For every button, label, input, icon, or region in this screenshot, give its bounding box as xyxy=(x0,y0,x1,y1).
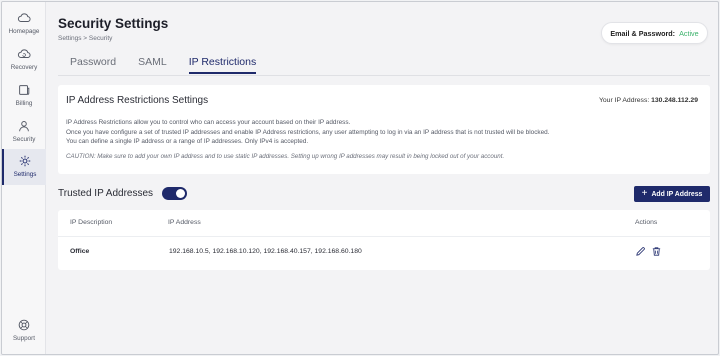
sidebar-item-label: Support xyxy=(12,335,36,342)
billing-icon xyxy=(19,85,30,95)
description-line: Once you have configure a set of trusted… xyxy=(66,128,550,136)
tab-bar: Password SAML IP Restrictions xyxy=(58,54,278,74)
sidebar-item-label: Recovery xyxy=(10,64,38,71)
description: IP Address Restrictions allow you to con… xyxy=(66,118,549,147)
status-badge: Email & Password: Active xyxy=(601,22,708,44)
sidebar-item-settings[interactable]: Settings xyxy=(2,149,46,185)
tab-saml[interactable]: SAML xyxy=(138,54,167,74)
card-title: IP Address Restrictions Settings xyxy=(66,95,209,106)
sidebar: Homepage Recovery Billing Security Setti… xyxy=(2,2,46,354)
trusted-ip-toggle[interactable] xyxy=(162,187,187,200)
sidebar-item-label: Settings xyxy=(13,171,37,178)
tab-password[interactable]: Password xyxy=(70,54,116,74)
sidebar-item-billing[interactable]: Billing xyxy=(2,82,46,116)
add-ip-address-button[interactable]: + Add IP Address xyxy=(634,186,710,202)
description-line: IP Address Restrictions allow you to con… xyxy=(66,119,351,126)
ip-address-cell: 192.168.10.5, 192.168.10.120, 192.168.40… xyxy=(169,248,362,255)
sidebar-item-label: Homepage xyxy=(8,28,40,35)
column-header-ip-address: IP Address xyxy=(168,219,201,226)
ip-description-cell: Office xyxy=(70,248,90,255)
sidebar-item-label: Billing xyxy=(15,100,33,107)
sidebar-item-recovery[interactable]: Recovery xyxy=(2,46,46,80)
tab-divider xyxy=(58,75,710,76)
edit-icon[interactable] xyxy=(635,246,646,257)
app-window: Homepage Recovery Billing Security Setti… xyxy=(1,1,719,355)
table-divider xyxy=(58,236,710,237)
status-value: Active xyxy=(679,28,699,38)
add-ip-address-label: Add IP Address xyxy=(651,190,703,198)
plus-icon: + xyxy=(641,188,648,199)
sidebar-item-support[interactable]: Support xyxy=(2,317,46,351)
trusted-ip-label: Trusted IP Addresses xyxy=(58,188,154,199)
toggle-knob xyxy=(176,189,185,198)
breadcrumb: Settings > Security xyxy=(58,35,113,42)
sidebar-item-security[interactable]: Security xyxy=(2,118,46,152)
description-line: You can define a single IP address or a … xyxy=(66,138,309,146)
column-header-description: IP Description xyxy=(70,219,113,226)
column-header-actions: Actions xyxy=(635,219,658,226)
page-title: Security Settings xyxy=(58,16,169,31)
your-ip-label: Your IP Address: xyxy=(598,97,650,104)
ip-restrictions-card: IP Address Restrictions Settings Your IP… xyxy=(58,85,710,174)
trash-icon[interactable] xyxy=(651,246,662,257)
gear-icon xyxy=(19,155,31,167)
your-ip-value: 130.248.112.29 xyxy=(651,97,698,104)
sidebar-item-homepage[interactable]: Homepage xyxy=(2,10,46,44)
status-label: Email & Password: xyxy=(610,28,676,38)
trusted-ip-table: IP Description IP Address Actions Office… xyxy=(58,210,710,270)
cloud-icon xyxy=(17,13,31,22)
sidebar-item-label: Security xyxy=(12,136,36,143)
user-icon xyxy=(19,121,29,132)
your-ip-address: Your IP Address: 130.248.112.29 xyxy=(599,97,698,104)
support-icon xyxy=(18,319,30,331)
caution-note: CAUTION: Make sure to add your own IP ad… xyxy=(66,153,505,160)
cloud-refresh-icon xyxy=(17,49,31,58)
tab-ip-restrictions[interactable]: IP Restrictions xyxy=(188,54,257,74)
